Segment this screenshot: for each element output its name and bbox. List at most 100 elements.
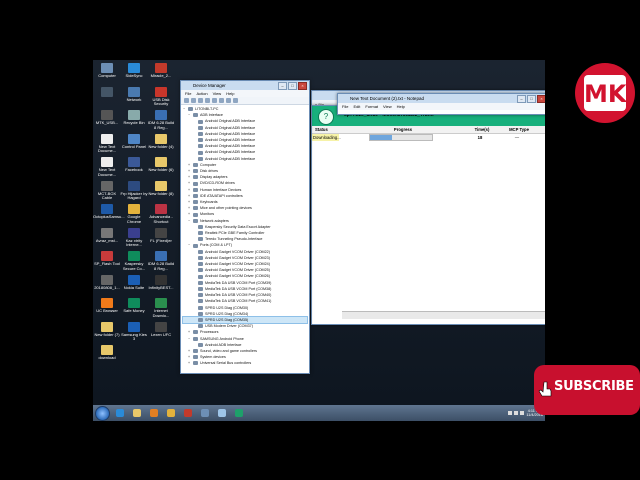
desktop-icon-label: Safe Money (123, 308, 145, 313)
menu-item[interactable]: Help (226, 90, 234, 97)
desktop-icon[interactable]: Avraz_mst... (93, 227, 121, 244)
desktop-icon[interactable]: Safe Money (120, 298, 148, 314)
desktop-icon[interactable]: New Text Docume... (93, 133, 121, 154)
menu-item[interactable]: Help (397, 103, 405, 110)
desktop-icon[interactable]: Recycle Bin (120, 110, 148, 126)
desktop-icon[interactable]: Nokia Suite (120, 274, 148, 291)
subscribe-banner[interactable]: SUBSCRIBE (534, 365, 640, 415)
desktop-icon[interactable]: IDM 6.28 Build 8 Reg... (147, 251, 175, 271)
desktop-icon[interactable]: FL (Fixed)er (147, 227, 175, 244)
taskbar-button[interactable] (232, 407, 246, 419)
desktop-icon[interactable]: Lexen UFC (147, 321, 175, 338)
desktop-icon-label: 20180808_1... (94, 284, 120, 290)
app-icon (128, 227, 140, 238)
time-cell: 18 (477, 135, 483, 140)
forward-icon[interactable] (191, 98, 196, 103)
back-icon[interactable] (184, 98, 189, 103)
device-icon (193, 218, 198, 223)
device-icon (193, 212, 198, 217)
desktop-icon[interactable]: SP_Flash Tool (93, 251, 121, 267)
desktop-icon[interactable]: OctoplusSamsu... (93, 204, 125, 220)
taskbar-button[interactable] (130, 407, 144, 419)
taskbar-button[interactable] (164, 407, 178, 419)
col-progress[interactable]: Progress (341, 126, 465, 133)
help-icon[interactable]: ? (318, 109, 334, 125)
desktop-icon[interactable]: Samsung Kies 3 (120, 321, 148, 342)
desktop-icon[interactable]: Kaz xtrity Interne... (120, 227, 148, 248)
desktop-icon[interactable]: Network (120, 86, 148, 103)
start-button[interactable] (95, 405, 110, 421)
taskbar-button[interactable] (215, 407, 229, 419)
device-icon (193, 187, 198, 192)
taskbar-button[interactable] (147, 407, 161, 419)
desktop-icon[interactable]: Advancedia - Shortcut (147, 204, 175, 224)
desktop-icon[interactable]: New Text Docume... (93, 157, 121, 177)
download-table-header: Status Progress Time(s) MCP Type (312, 126, 545, 134)
tree-item[interactable]: + Universal Serial Bus controllers (183, 360, 307, 366)
desktop-icon[interactable]: MCT-BOX Cable (93, 180, 121, 201)
device-icon (193, 336, 198, 341)
taskbar-button[interactable] (198, 407, 212, 419)
table-row[interactable]: Downloading... 18 — (312, 134, 545, 141)
minimize-button[interactable]: – (517, 95, 526, 103)
maximize-button[interactable]: □ (527, 95, 536, 103)
desktop-icon-label: Advancedia - Shortcut (149, 214, 173, 224)
taskbar-button[interactable] (113, 407, 127, 419)
desktop-icon[interactable]: Google Chrome (120, 204, 148, 224)
network-icon[interactable] (514, 411, 519, 415)
help-icon[interactable] (205, 98, 210, 103)
desktop-icon[interactable]: Computer (93, 63, 121, 79)
desktop-icon[interactable]: Frp Hijacker by Hagard (120, 180, 148, 201)
desktop-icon[interactable] (93, 86, 121, 98)
desktop-icon[interactable]: New folder (4) (147, 133, 175, 150)
menu-item[interactable]: View (213, 90, 222, 97)
menu-item[interactable]: Format (365, 103, 378, 110)
device-icon (193, 162, 198, 167)
desktop-icon[interactable]: IDM 6.28 Build 8 Reg... (147, 110, 175, 130)
device-manager-window[interactable]: Device Manager – □ × File Action View Help − L… (180, 80, 310, 374)
desktop-icon[interactable]: Facebook (120, 157, 148, 173)
maximize-button[interactable]: □ (288, 82, 297, 90)
device-icon (198, 156, 203, 161)
menu-item[interactable]: Edit (353, 103, 360, 110)
taskbar-button[interactable] (181, 407, 195, 419)
col-status[interactable]: Status (312, 126, 341, 133)
horizontal-scrollbar[interactable] (342, 311, 545, 319)
uninstall-icon[interactable] (226, 98, 231, 103)
desktop-icon-label: Kaz xtrity Interne... (125, 237, 143, 247)
minimize-button[interactable]: – (278, 82, 287, 90)
desktop-icon[interactable]: Miracle_2... (147, 63, 175, 79)
desktop-icon[interactable]: Internet Downlo... (147, 298, 175, 318)
notepad-window[interactable]: New Text Document (2).txt - Notepad – □ × … (337, 93, 545, 115)
close-button[interactable]: × (537, 95, 545, 103)
menu-item[interactable]: View (383, 103, 392, 110)
menu-item[interactable]: File (185, 90, 191, 97)
desktop-icon[interactable]: New folder (6) (147, 157, 175, 173)
col-mcp-type[interactable]: MCP Type (499, 126, 539, 133)
desktop-icon[interactable]: New folder (8) (147, 180, 175, 197)
desktop-icon[interactable]: download (93, 345, 121, 361)
desktop-icon[interactable]: Control Panel (120, 133, 148, 150)
desktop-icon[interactable]: Kaspersky Secure Co... (120, 251, 148, 271)
desktop-icon[interactable]: MTK_USB... (93, 110, 121, 126)
menu-item[interactable]: Action (196, 90, 207, 97)
properties-icon[interactable] (198, 98, 203, 103)
scan-icon[interactable] (212, 98, 217, 103)
disable-icon[interactable] (233, 98, 238, 103)
desktop-icon[interactable]: New folder (7) (93, 321, 121, 338)
update-driver-icon[interactable] (219, 98, 224, 103)
device-icon (193, 113, 198, 118)
volume-icon[interactable] (520, 411, 525, 415)
menu-item[interactable]: File (342, 103, 348, 110)
desktop-icon[interactable]: USB Disk Security (147, 86, 175, 107)
desktop-icon[interactable]: 20180808_1... (93, 274, 121, 291)
flag-icon[interactable] (508, 411, 513, 415)
desktop-icon[interactable]: InfinityBEST... (147, 274, 175, 291)
research-download-window[interactable]: ? sp7731e_1h10 - MoxerDroid8.1_Trunk Sta… (311, 105, 545, 325)
logo-text: MK (584, 80, 627, 108)
col-time[interactable]: Time(s) (465, 126, 499, 133)
desktop-icon[interactable]: UC Browser (93, 298, 121, 314)
close-button[interactable]: × (298, 82, 307, 90)
desktop-icon[interactable]: SideSync (120, 63, 148, 79)
desktop-icon-label: UC Browser (96, 308, 118, 313)
